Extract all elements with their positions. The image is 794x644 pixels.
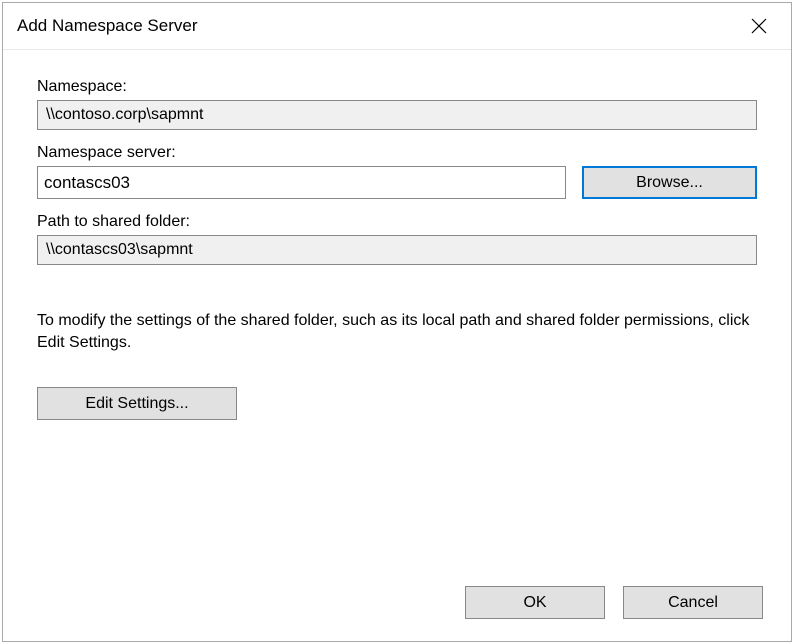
namespace-label: Namespace: bbox=[37, 78, 757, 96]
ok-button[interactable]: OK bbox=[465, 586, 605, 619]
help-text: To modify the settings of the shared fol… bbox=[37, 310, 757, 353]
browse-button[interactable]: Browse... bbox=[582, 166, 757, 199]
close-icon bbox=[751, 18, 767, 34]
cancel-button[interactable]: Cancel bbox=[623, 586, 763, 619]
titlebar: Add Namespace Server bbox=[3, 3, 791, 50]
namespace-field bbox=[37, 100, 757, 130]
dialog-footer: OK Cancel bbox=[3, 568, 791, 641]
namespace-server-label: Namespace server: bbox=[37, 144, 757, 162]
add-namespace-server-dialog: Add Namespace Server Namespace: Namespac… bbox=[2, 2, 792, 642]
close-button[interactable] bbox=[739, 11, 779, 41]
path-field bbox=[37, 235, 757, 265]
edit-settings-button[interactable]: Edit Settings... bbox=[37, 387, 237, 420]
dialog-title: Add Namespace Server bbox=[17, 16, 197, 36]
namespace-server-input[interactable] bbox=[37, 166, 566, 199]
path-label: Path to shared folder: bbox=[37, 213, 757, 231]
dialog-content: Namespace: Namespace server: Browse... P… bbox=[3, 50, 791, 568]
